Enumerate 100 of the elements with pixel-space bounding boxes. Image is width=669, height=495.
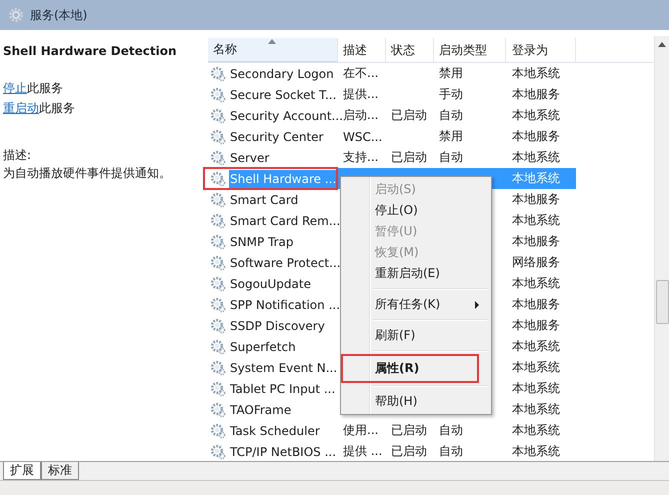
vertical-scrollbar[interactable] xyxy=(654,36,669,461)
service-name-cell[interactable]: TCP/IP NetBIOS ... xyxy=(208,441,338,462)
column-header[interactable]: 描述 xyxy=(338,38,386,62)
service-name-text: SNMP Trap xyxy=(229,234,294,250)
column-header[interactable]: 名称 xyxy=(208,38,338,62)
table-cell: 本地系统 xyxy=(512,443,560,460)
service-name-text: Server xyxy=(229,150,270,166)
table-cell: 本地服务 xyxy=(512,128,560,145)
action-link[interactable]: 重启动 xyxy=(3,101,39,115)
table-cell: 本地系统 xyxy=(512,149,560,166)
table-cell: 自动 xyxy=(439,443,463,460)
service-name-text: Shell Hardware ... xyxy=(229,170,338,188)
service-name-cell[interactable]: Secondary Logon xyxy=(208,63,338,84)
table-cell: 已启动 xyxy=(391,107,427,124)
menu-item[interactable]: 所有任务(K) xyxy=(343,294,489,315)
service-name-text: Security Center xyxy=(229,128,324,146)
service-name-text: Tablet PC Input ... xyxy=(229,380,336,398)
gear-icon xyxy=(210,66,226,82)
table-cell: 本地系统 xyxy=(512,359,560,376)
gear-icon xyxy=(210,318,226,334)
service-name-cell[interactable]: Server xyxy=(208,147,338,168)
table-cell: 在不... xyxy=(343,65,378,82)
gear-icon xyxy=(210,422,226,438)
table-cell: 本地系统 xyxy=(512,401,560,418)
table-cell: 本地系统 xyxy=(512,170,560,187)
view-tab[interactable]: 标准 xyxy=(41,462,79,480)
service-name-text: SSDP Discovery xyxy=(229,318,326,334)
table-cell: 本地系统 xyxy=(512,107,560,124)
service-name-cell[interactable]: SNMP Trap xyxy=(208,231,338,252)
table-cell: 本地系统 xyxy=(512,275,560,292)
service-name-cell[interactable]: Task Scheduler xyxy=(208,420,338,441)
gear-icon xyxy=(210,296,226,312)
service-name-cell[interactable]: Security Center xyxy=(208,126,338,147)
table-cell: 支持... xyxy=(343,149,378,166)
scroll-up-icon[interactable] xyxy=(658,42,666,47)
gear-icon xyxy=(210,360,226,376)
service-name-text: System Event N... xyxy=(229,360,338,376)
table-cell: 已启动 xyxy=(391,149,427,166)
table-cell: 自动 xyxy=(439,422,463,439)
service-name-cell[interactable]: TAOFrame xyxy=(208,399,338,420)
table-cell: 本地服务 xyxy=(512,317,560,334)
service-name-cell[interactable]: Superfetch xyxy=(208,336,338,357)
table-cell: WSC... xyxy=(343,130,382,144)
description-text: 为自动播放硬件事件提供通知。 xyxy=(3,165,172,182)
table-cell: 提供... xyxy=(343,86,378,103)
service-name-text: Secondary Logon xyxy=(229,66,335,82)
table-cell: 本地系统 xyxy=(512,422,560,439)
table-cell: 本地服务 xyxy=(512,86,560,103)
service-name-cell[interactable]: SogouUpdate xyxy=(208,273,338,294)
description-label: 描述: xyxy=(3,147,32,164)
service-name-text: Security Account... xyxy=(229,108,344,124)
table-cell: 禁用 xyxy=(439,128,463,145)
gear-icon xyxy=(210,254,226,270)
menu-item[interactable]: 停止(O) xyxy=(343,200,489,221)
service-name-cell[interactable]: Secure Socket T... xyxy=(208,84,338,105)
gear-icon xyxy=(210,170,226,186)
table-cell: 本地系统 xyxy=(512,212,560,229)
table-cell: 手动 xyxy=(439,86,463,103)
window-title: 服务(本地) xyxy=(30,6,88,24)
service-name-text: SogouUpdate xyxy=(229,276,312,292)
service-name-text: TCP/IP NetBIOS ... xyxy=(229,444,338,460)
gear-icon xyxy=(210,276,226,292)
sort-arrow-icon xyxy=(268,39,276,44)
table-cell: 提供 ... xyxy=(343,443,382,460)
gear-icon xyxy=(210,108,226,124)
service-name: Shell Hardware Detection xyxy=(3,44,178,58)
service-name-cell[interactable]: System Event N... xyxy=(208,357,338,378)
table-cell: 已启动 xyxy=(391,443,427,460)
column-header[interactable]: 启动类型 xyxy=(434,38,506,62)
gear-icon xyxy=(210,338,226,354)
column-header[interactable]: 登录为 xyxy=(506,38,576,62)
table-cell: 网络服务 xyxy=(512,254,560,271)
action-text: 此服务 xyxy=(39,101,75,115)
service-name-text: Task Scheduler xyxy=(229,422,321,440)
table-cell: 本地服务 xyxy=(512,296,560,313)
table-cell: 自动 xyxy=(439,149,463,166)
table-cell: 本地系统 xyxy=(512,380,560,397)
table-cell: 禁用 xyxy=(439,65,463,82)
action-link[interactable]: 停止 xyxy=(3,81,27,95)
action-text: 此服务 xyxy=(27,81,63,95)
table-cell: 本地服务 xyxy=(512,191,560,208)
table-cell: 本地服务 xyxy=(512,233,560,250)
submenu-arrow-icon xyxy=(475,301,479,309)
service-name-text: Secure Socket T... xyxy=(229,86,338,104)
menu-item[interactable]: 刷新(F) xyxy=(343,325,489,346)
service-name-text: TAOFrame xyxy=(229,402,292,418)
column-header[interactable]: 状态 xyxy=(386,38,434,62)
gear-icon xyxy=(210,128,226,144)
table-cell: 本地系统 xyxy=(512,65,560,82)
gear-icon xyxy=(210,86,226,102)
table-cell: 启动... xyxy=(343,107,378,124)
menu-item[interactable]: 帮助(H) xyxy=(343,391,489,412)
menu-item[interactable]: 属性(R) xyxy=(343,358,489,379)
service-name-cell[interactable]: Smart Card xyxy=(208,189,338,210)
menu-item[interactable]: 重新启动(E) xyxy=(343,263,489,284)
service-name-cell[interactable]: Tablet PC Input ... xyxy=(208,378,338,399)
service-name-cell[interactable]: SSDP Discovery xyxy=(208,315,338,336)
view-tab[interactable]: 扩展 xyxy=(3,462,41,480)
scroll-thumb[interactable] xyxy=(656,280,669,324)
gear-icon xyxy=(210,234,226,250)
